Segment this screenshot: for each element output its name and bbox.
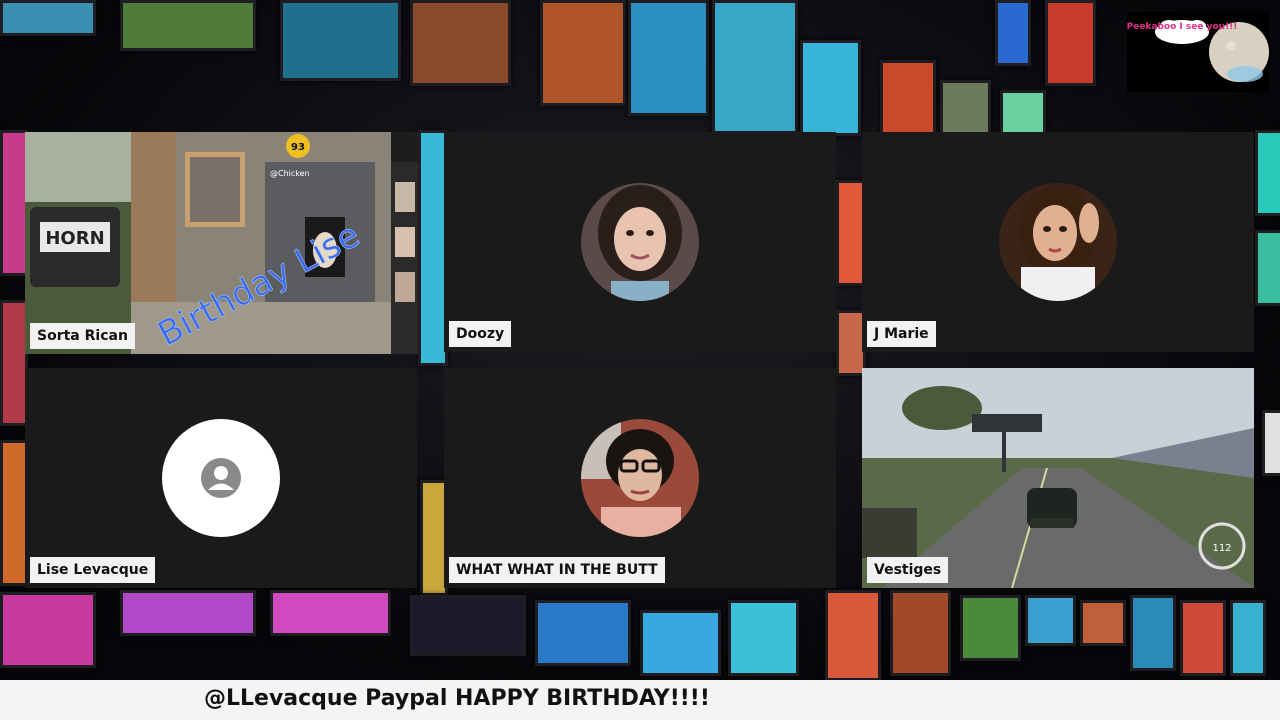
participant-video-feed: HORN 93 @Chicken Birthday Lise [25,132,418,354]
ticker-bar: @LLevacque Paypal HAPPY BIRTHDAY!!!! [0,680,1280,720]
bg-screen [1255,230,1280,306]
bg-screen [410,0,511,86]
horn-sign-text: HORN [45,228,104,249]
participant-name-tag: Doozy [449,321,512,347]
participant-tile-sorta-rican[interactable]: HORN 93 @Chicken Birthday Lise Sorta Ric… [25,132,418,354]
bg-screen [1230,600,1266,676]
bg-screen [280,0,401,81]
bg-screen [1000,90,1046,136]
bg-screen [1255,130,1280,216]
chat-handle-text: @Chicken [270,169,310,178]
bg-screen [1130,595,1176,671]
bg-screen [120,0,256,51]
avatar [581,419,699,537]
participant-name-tag: Sorta Rican [30,323,135,349]
bg-screen [880,60,936,136]
bg-screen [0,440,28,586]
participant-name-tag: Vestiges [867,557,949,583]
bg-screen [0,300,28,426]
participant-tile-vestiges[interactable]: 112 Vestiges [862,368,1254,588]
bg-screen [890,590,951,676]
speedometer-value: 112 [1212,543,1231,554]
default-avatar [162,419,280,537]
user-icon [201,458,241,498]
participant-name-tag: Lise Levacque [30,557,156,583]
participant-name-tag: J Marie [867,321,936,347]
bg-screen [940,80,991,136]
avatar [999,183,1117,301]
bg-screen [960,595,1021,661]
bg-screen [120,590,256,636]
participant-name-tag: WHAT WHAT IN THE BUTT [449,557,665,583]
bg-screen [0,592,96,668]
bg-screen [825,590,881,680]
viewer-count-badge: 93 [291,142,305,153]
bg-screen [1180,600,1226,676]
bg-screen [995,0,1031,66]
bg-screen [0,130,28,276]
bg-screen [1045,0,1096,86]
avatar [581,183,699,301]
bg-screen [410,595,526,656]
participant-tile-doozy[interactable]: Doozy [444,132,836,352]
bg-screen [640,610,721,676]
bg-screen [1080,600,1126,646]
bg-screen [270,590,391,636]
bg-screen [0,0,96,36]
bg-screen [712,0,798,134]
bg-screen [1262,410,1280,476]
participant-tile-j-marie[interactable]: J Marie [862,132,1254,352]
participant-tile-what-what-in-the-butt[interactable]: WHAT WHAT IN THE BUTT [444,368,836,588]
ticker-text: @LLevacque Paypal HAPPY BIRTHDAY!!!! [204,686,710,711]
peekaboo-text: Peekaboo I see you!!! [1127,22,1237,32]
bg-screen [1025,595,1076,646]
bg-screen [540,0,626,106]
peekaboo-overlay: Peekaboo I see you!!! [1127,12,1269,92]
bg-screen [535,600,631,666]
participant-video-feed: 112 [862,368,1254,588]
participant-tile-lise-levacque[interactable]: Lise Levacque [25,368,417,588]
bg-screen [800,40,861,136]
bg-screen [628,0,709,116]
bg-screen [728,600,799,676]
